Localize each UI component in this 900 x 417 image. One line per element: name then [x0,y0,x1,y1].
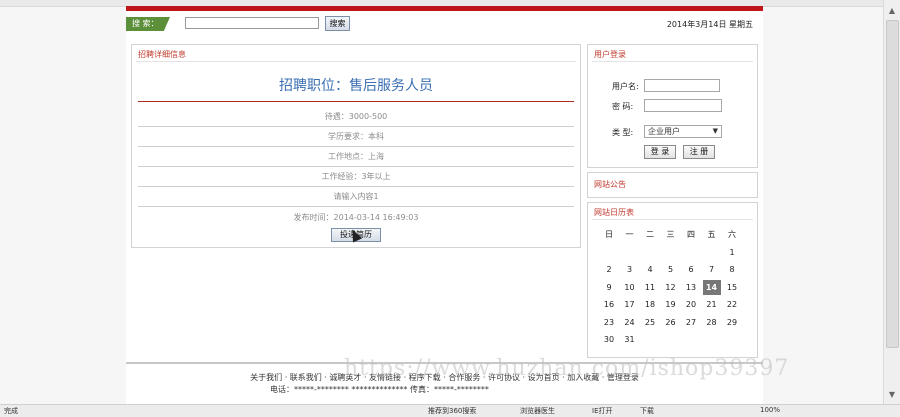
calendar-panel-title: 网站日历表 [594,208,634,217]
register-button[interactable]: 注 册 [683,145,715,159]
calendar-today[interactable]: 14 [702,279,721,295]
user-type-value: 企业用户 [648,127,680,136]
calendar-day[interactable]: 17 [621,297,639,312]
calendar-day[interactable]: 5 [662,262,680,277]
search-label: 搜 索： [126,17,170,31]
job-panel-title: 招聘详细信息 [138,50,186,59]
job-education: 学历要求：本科 [328,132,384,141]
calendar-day[interactable]: 8 [723,262,741,277]
job-detail-panel: 招聘详细信息 招聘职位：售后服务人员 待遇：3000-500 学历要求：本科 工… [131,44,581,248]
calendar-day[interactable]: 7 [703,262,721,277]
username-label: 用户名: [612,82,639,91]
row-divider [138,166,574,167]
calendar-weekday: 二 [646,230,654,239]
username-input[interactable] [644,79,720,92]
calendar-weekday: 三 [666,230,675,239]
header-red-bar [126,6,763,11]
download-button[interactable]: 下载 [640,406,654,416]
row-divider [138,146,574,147]
search-button[interactable]: 搜索 [325,16,350,31]
calendar-day[interactable]: 27 [682,315,700,330]
calendar-day[interactable]: 30 [600,332,618,347]
user-type-select[interactable]: 企业用户 ▼ [644,125,722,138]
calendar-day[interactable]: 9 [600,280,618,295]
calendar-day[interactable]: 15 [723,280,741,295]
calendar-day[interactable]: 28 [703,315,721,330]
calendar-day[interactable]: 1 [723,245,741,260]
calendar-panel: 网站日历表 日一二三四五六 1 2 3 4 5 6 7 8 9 10 11 12 13 14 15 16 17 18… [587,202,758,358]
calendar-day[interactable]: 3 [621,262,639,277]
panel-divider [136,61,576,62]
calendar-weekday: 六 [728,230,736,239]
notice-panel: 网站公告 [587,172,758,198]
status-text: 完成 [4,407,18,415]
user-type-label: 类 型: [612,128,634,137]
password-input[interactable] [644,99,722,112]
watermark: https://www.huzhan.com/ishop39397 [344,356,790,381]
panel-divider [592,61,753,62]
chevron-down-icon: ▼ [712,127,718,135]
search-recommend-button[interactable]: 推荐到360搜索 [428,406,476,416]
vertical-scrollbar[interactable]: ▲ ▼ [883,0,900,404]
calendar-day[interactable]: 12 [662,280,680,295]
calendar-day[interactable]: 29 [723,315,741,330]
calendar-day[interactable]: 26 [662,315,680,330]
search-input[interactable] [185,17,319,29]
scroll-thumb[interactable] [886,20,899,348]
calendar-weekday: 五 [707,230,716,239]
login-button[interactable]: 登 录 [644,145,676,159]
ie-open-button[interactable]: IE打开 [592,406,613,416]
job-published-time: 发布时间：2014-03-14 16:49:03 [293,213,419,222]
calendar-day[interactable]: 22 [723,297,741,312]
job-salary: 待遇：3000-500 [324,112,388,121]
row-divider [138,186,574,187]
row-divider [138,126,574,127]
job-title: 招聘职位：售后服务人员 [279,78,433,94]
calendar-day[interactable]: 11 [641,280,659,295]
calendar-day[interactable]: 24 [621,315,639,330]
password-label: 密 码: [612,102,634,111]
job-location: 工作地点：上海 [328,152,384,161]
calendar-day[interactable]: 10 [621,280,639,295]
login-panel-title: 用户登录 [594,50,626,59]
calendar-day[interactable]: 4 [641,262,659,277]
job-experience: 工作经验：3年以上 [321,172,391,181]
job-title-rule [138,101,574,102]
scroll-down-icon[interactable]: ▼ [887,390,897,400]
calendar-day[interactable]: 13 [682,280,700,295]
job-content: 请输入内容1 [333,192,379,201]
calendar-day[interactable]: 2 [600,262,618,277]
zoom-level[interactable]: 100% [760,406,780,414]
login-panel: 用户登录 用户名: 密 码: 类 型: 企业用户 ▼ 登 录 注 册 [587,44,758,168]
calendar-day[interactable]: 6 [682,262,700,277]
calendar-day[interactable]: 23 [600,315,618,330]
row-divider [138,206,574,207]
footer-contact: 电话：*****-******** ************** 传真：****… [270,385,489,394]
calendar-weekday: 一 [625,230,634,239]
calendar-day[interactable]: 31 [621,332,639,347]
browser-status-bar: 完成 推荐到360搜索 浏览器医生 IE打开 下载 100% [0,404,900,417]
calendar-day[interactable]: 25 [641,315,659,330]
page-content: 搜 索： 搜索 2014年3月14日 星期五 招聘详细信息 招聘职位：售后服务人… [126,6,788,406]
calendar-day[interactable]: 20 [682,297,700,312]
calendar-day[interactable]: 16 [600,297,618,312]
calendar-day[interactable]: 19 [662,297,680,312]
calendar-day[interactable]: 18 [641,297,659,312]
scroll-up-icon[interactable]: ▲ [887,6,897,16]
browser-doctor-button[interactable]: 浏览器医生 [520,406,555,416]
current-date: 2014年3月14日 星期五 [666,20,753,29]
calendar-day[interactable]: 21 [703,297,721,312]
panel-divider [592,219,753,220]
notice-panel-title: 网站公告 [594,180,626,189]
calendar-weekday: 四 [687,230,695,239]
calendar-weekday: 日 [605,230,613,239]
search-row: 搜 索： 搜索 2014年3月14日 星期五 [126,16,763,36]
